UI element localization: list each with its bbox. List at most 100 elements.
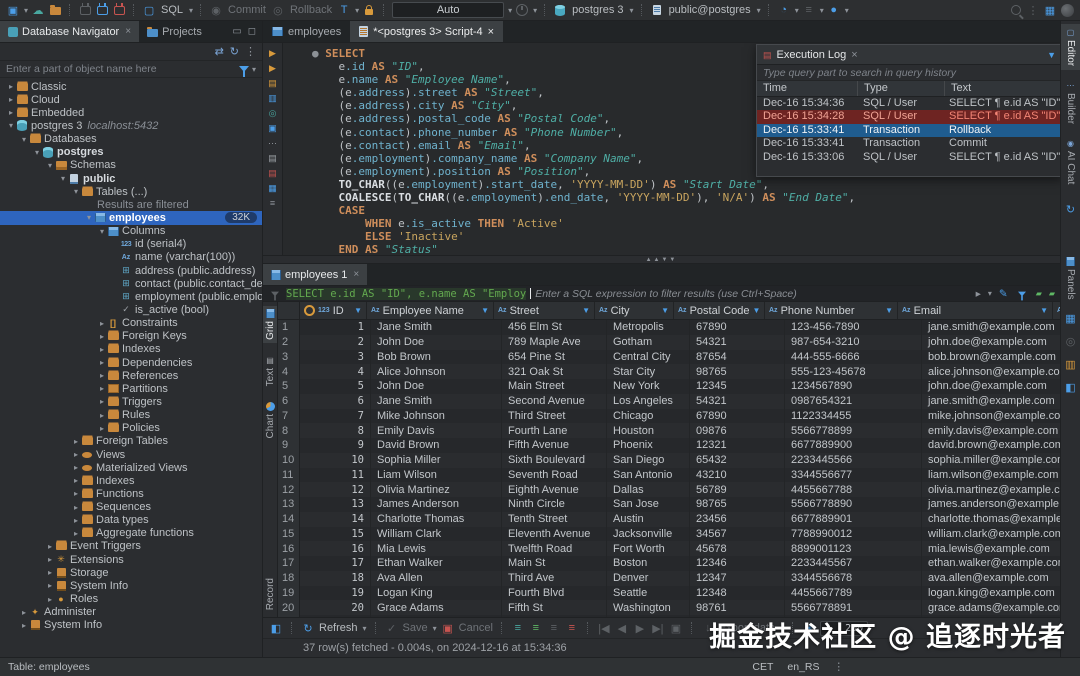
clock-caret-icon[interactable]: ▾ — [533, 6, 537, 15]
column-header-postal-code[interactable]: AzPostal Code▼ — [674, 302, 765, 319]
chevron-expanded-icon[interactable]: ▾ — [84, 213, 94, 222]
user-avatar[interactable] — [1060, 2, 1074, 18]
refresh-sidebar-icon[interactable]: ↻ — [1064, 202, 1078, 218]
row-number-cell[interactable]: 9 — [278, 438, 300, 453]
tab-database-navigator[interactable]: Database Navigator × — [0, 21, 139, 42]
commit-button[interactable]: Commit — [226, 4, 268, 16]
sidebar-tab-ai-chat[interactable]: ◉ AI Chat — [1061, 135, 1080, 188]
row-number-cell[interactable]: 17 — [278, 556, 300, 571]
cell-phone-number[interactable]: 444-555-6666 — [785, 350, 922, 365]
cell-city[interactable]: San Antonio — [607, 468, 690, 483]
close-icon[interactable]: × — [851, 49, 857, 61]
cell-id[interactable]: 5 — [300, 379, 371, 394]
cell-id[interactable]: 2 — [300, 335, 371, 350]
row-number-cell[interactable]: 7 — [278, 409, 300, 424]
connect-plug-icon[interactable] — [95, 2, 109, 18]
transaction-mode-icon[interactable]: T — [337, 2, 351, 18]
filter-history-caret-icon[interactable]: ▾ — [988, 289, 992, 298]
sidebar-tab-builder[interactable]: ⋯ Builder — [1061, 77, 1080, 128]
chevron-collapsed-icon[interactable]: ▸ — [97, 397, 107, 406]
cell-street[interactable]: Tenth Street — [502, 512, 607, 527]
cell-street[interactable]: Third Street — [502, 409, 607, 424]
table-row[interactable]: 1919Logan KingFourth BlvdSeattle12348445… — [278, 586, 1060, 601]
execute-new-tab-icon[interactable]: ▶ — [269, 63, 276, 73]
cell-street[interactable]: Eighth Avenue — [502, 482, 607, 497]
table-row[interactable]: 55John DoeMain StreetNew York12345123456… — [278, 379, 1060, 394]
cell-employee-name[interactable]: Emily Davis — [371, 423, 502, 438]
tree-item-data-types[interactable]: ▸Data types — [0, 514, 262, 527]
export-icon[interactable]: ↓ — [701, 620, 715, 636]
cell-id[interactable]: 19 — [300, 586, 371, 601]
row-number-cell[interactable]: 13 — [278, 497, 300, 512]
open-perspective-icon[interactable]: ▦ — [1043, 2, 1057, 18]
cancel-button[interactable]: Cancel — [459, 622, 493, 634]
cell-email[interactable]: john.doe@example.com — [922, 335, 1060, 350]
chevron-collapsed-icon[interactable]: ▸ — [45, 568, 55, 577]
log-col-type[interactable]: Type — [858, 81, 945, 96]
cell-employee-name[interactable]: John Doe — [371, 335, 502, 350]
layers-caret-icon[interactable]: ▾ — [820, 6, 824, 15]
chevron-collapsed-icon[interactable]: ▸ — [97, 358, 107, 367]
save-check-icon[interactable]: ✓ — [385, 620, 399, 636]
tree-item-address-public-address[interactable]: ⊞address (public.address) — [0, 264, 262, 277]
tree-item-employment-public-employment[interactable]: ⊞employment (public.employment_ — [0, 290, 262, 303]
export-data-button[interactable]: Export data — [719, 622, 775, 634]
tree-item-is-active-bool[interactable]: ✓is_active (bool) — [0, 303, 262, 316]
cell-city[interactable]: San Jose — [607, 497, 690, 512]
cell-email[interactable]: jane.smith@example.com — [922, 320, 1060, 335]
cell-city[interactable]: Metropolis — [607, 320, 690, 335]
chevron-collapsed-icon[interactable]: ▸ — [71, 516, 81, 525]
cell-street[interactable]: 654 Pine St — [502, 350, 607, 365]
table-row[interactable]: 1313James AndersonNinth CircleSan Jose98… — [278, 497, 1060, 512]
toggle-panel-icon[interactable]: ◧ — [269, 620, 283, 636]
tree-item-administer[interactable]: ▸✦Administer — [0, 606, 262, 619]
cell-id[interactable]: 7 — [300, 409, 371, 424]
references-panel-icon[interactable]: ◧ — [1064, 379, 1078, 395]
column-header-company-name[interactable]: AzCompany Name▼ — [1053, 302, 1060, 319]
sql-line-14[interactable]: WHEN e.is_active THEN 'Active' — [312, 217, 1060, 230]
cell-city[interactable]: Central City — [607, 350, 690, 365]
tree-item-extensions[interactable]: ▸✳Extensions — [0, 553, 262, 566]
tree-item-aggregate-functions[interactable]: ▸Aggregate functions — [0, 527, 262, 540]
cell-postal-code[interactable]: 67890 — [690, 320, 785, 335]
tree-item-materialized-views[interactable]: ▸Materialized Views — [0, 461, 262, 474]
cell-postal-code[interactable]: 34567 — [690, 527, 785, 542]
statusbar-kebab-icon[interactable]: ⋮ — [834, 661, 845, 673]
cell-id[interactable]: 1 — [300, 320, 371, 335]
cell-phone-number[interactable]: 555-123-45678 — [785, 364, 922, 379]
new-object-caret-icon[interactable]: ▾ — [24, 6, 28, 15]
table-row[interactable]: 22John Doe789 Maple AveGotham54321987-65… — [278, 335, 1060, 350]
explain-plan-icon[interactable]: ▥ — [268, 93, 277, 103]
transaction-mode-caret-icon[interactable]: ▾ — [355, 6, 359, 15]
navigate-caret-icon[interactable]: ▾ — [795, 6, 799, 15]
row-number-cell[interactable]: 12 — [278, 482, 300, 497]
add-row-icon[interactable]: ≡ — [529, 620, 543, 636]
cell-city[interactable]: Denver — [607, 571, 690, 586]
close-icon[interactable]: × — [353, 269, 359, 280]
sql-editor-icon[interactable]: ▢ — [142, 2, 156, 18]
cell-id[interactable]: 10 — [300, 453, 371, 468]
cell-phone-number[interactable]: 987-654-3210 — [785, 335, 922, 350]
connection-caret-icon[interactable]: ▾ — [630, 6, 634, 15]
cell-phone-number[interactable]: 2233445566 — [785, 453, 922, 468]
row-number-cell[interactable]: 6 — [278, 394, 300, 409]
chevron-expanded-icon[interactable]: ▾ — [6, 121, 16, 130]
cell-employee-name[interactable]: Jane Smith — [371, 394, 502, 409]
copy-row-icon[interactable]: ≡ — [547, 620, 561, 636]
chevron-collapsed-icon[interactable]: ▸ — [97, 319, 107, 328]
cell-city[interactable]: Gotham — [607, 335, 690, 350]
row-number-cell[interactable]: 18 — [278, 571, 300, 586]
cell-street[interactable]: Seventh Road — [502, 468, 607, 483]
cell-employee-name[interactable]: Bob Brown — [371, 350, 502, 365]
cell-street[interactable]: Second Avenue — [502, 394, 607, 409]
row-number-cell[interactable]: 8 — [278, 423, 300, 438]
editor-tab-employees[interactable]: employees — [263, 21, 350, 42]
chevron-expanded-icon[interactable]: ▾ — [32, 148, 42, 157]
table-row[interactable]: 1111Liam WilsonSeventh RoadSan Antonio43… — [278, 468, 1060, 483]
close-icon[interactable]: × — [125, 26, 131, 37]
tree-item-views[interactable]: ▸Views — [0, 448, 262, 461]
log-row[interactable]: Dec-16 15:34:36SQL / UserSELECT ¶ e.id A… — [757, 97, 1060, 110]
save-button[interactable]: Save — [403, 622, 428, 634]
chevron-expanded-icon[interactable]: ▾ — [19, 135, 29, 144]
cell-employee-name[interactable]: Grace Adams — [371, 600, 502, 615]
